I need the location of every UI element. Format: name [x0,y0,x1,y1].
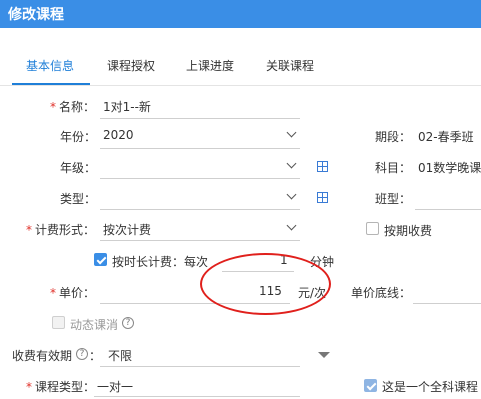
dialog-titlebar: 修改课程 [0,0,481,28]
all-subjects-label: 这是一个全科课程 [382,380,479,394]
class-type-label: 班型： [375,192,412,206]
chevron-down-icon[interactable] [286,220,297,231]
validity-select[interactable]: 不限 [108,347,132,364]
billing-form-label: * 计费形式： [26,223,96,237]
type-select-underline [100,209,300,210]
validity-colon: ： [89,349,102,363]
period-billing-label: 按期收费 [384,224,433,238]
unit-price-underline [100,303,290,304]
duration-billing-label: 按时长计费：每次 [112,255,209,269]
help-icon[interactable]: ? [122,317,134,329]
tab-course-authorization[interactable]: 课程授权 [107,57,155,74]
year-select[interactable]: 2020 [103,128,134,142]
chevron-down-icon[interactable] [286,158,297,169]
subject-label: 科目： [375,161,412,175]
subject-select[interactable]: 01数学晚课 [418,159,481,176]
course-type-underline [94,396,300,397]
unit-price-unit: 元/次 [298,286,327,300]
billing-form-underline [100,240,300,241]
unit-price-input[interactable]: 115 [259,284,282,298]
period-select[interactable]: 02-春季班 [418,128,474,145]
grade-label: 年级： [60,161,97,175]
grid-add-icon[interactable] [317,192,328,203]
dynamic-consume-label: 动态课消 [70,318,119,332]
billing-form-select[interactable]: 按次计费 [103,221,151,238]
duration-billing-checkbox[interactable] [94,253,107,266]
duration-amount-underline [222,271,294,272]
price-floor-underline [413,303,481,304]
duration-amount-input[interactable]: 1 [280,253,288,267]
tab-bar: 基本信息 课程授权 上课进度 关联课程 [0,48,481,86]
name-input-underline [100,118,300,119]
validity-underline [100,366,300,367]
dialog-title: 修改课程 [8,7,64,23]
price-floor-label: 单价底线： [351,286,412,300]
all-subjects-checkbox[interactable] [364,379,377,392]
dynamic-consume-checkbox[interactable] [52,316,65,329]
caret-down-icon[interactable] [318,352,330,358]
grade-select-underline [100,178,300,179]
chevron-down-icon[interactable] [286,189,297,200]
name-input[interactable]: 1对1--新 [103,98,151,115]
grid-add-icon[interactable] [317,161,328,172]
tab-class-progress[interactable]: 上课进度 [186,57,234,74]
year-label: 年份： [60,130,97,144]
active-tab-indicator [12,83,90,85]
required-mark: * [50,100,56,114]
name-label: * 名称： [50,100,96,114]
period-label: 期段： [375,130,412,144]
course-type-label: * 课程类型： [26,380,96,394]
duration-unit-label: 分钟 [310,255,335,269]
class-type-underline [415,209,481,210]
validity-label: 收费有效期 [12,349,73,363]
help-icon[interactable]: ? [76,348,88,360]
course-type-value: 一对一 [97,380,134,394]
unit-price-label: * 单价： [50,286,96,300]
tab-basic-info[interactable]: 基本信息 [26,57,74,74]
year-select-underline [100,148,300,149]
tab-related-courses[interactable]: 关联课程 [266,57,314,74]
period-billing-checkbox[interactable] [366,222,379,235]
chevron-down-icon[interactable] [286,127,297,138]
type-label: 类型： [60,192,97,206]
